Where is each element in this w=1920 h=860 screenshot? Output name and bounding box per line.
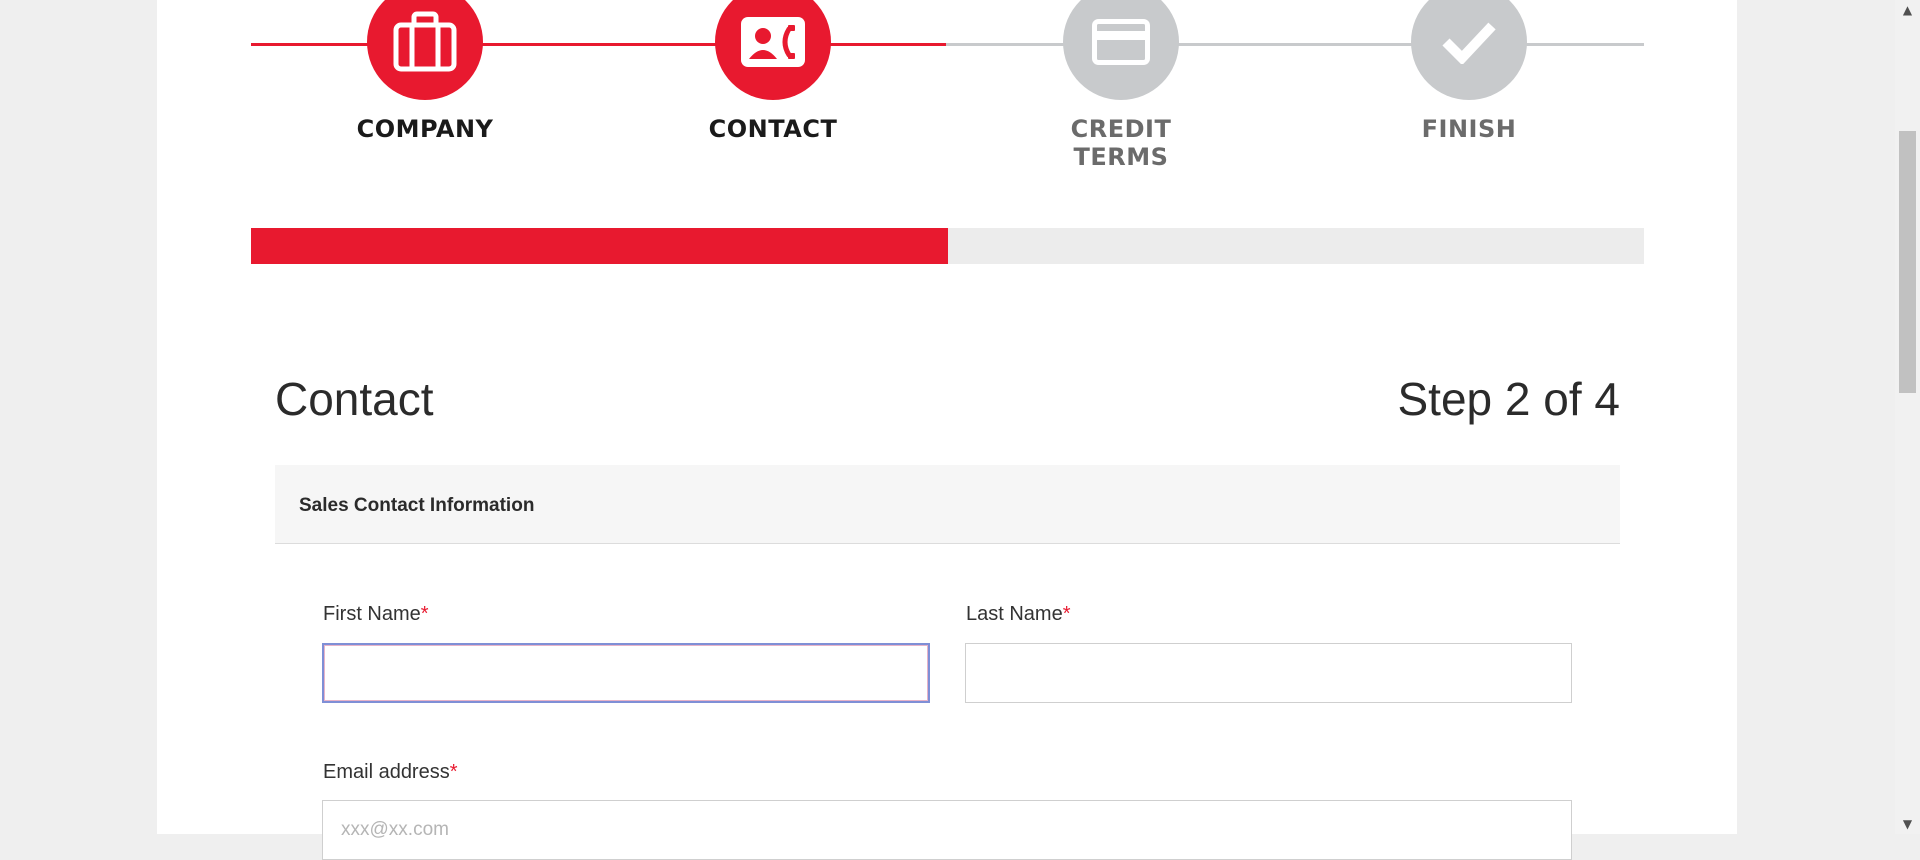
last-name-label-text: Last Name bbox=[966, 603, 1063, 625]
step-credit-terms[interactable]: CREDIT TERMS bbox=[1021, 0, 1221, 171]
step-counter: Step 2 of 4 bbox=[1397, 373, 1621, 425]
scroll-down-arrow[interactable]: ▼ bbox=[1895, 814, 1920, 834]
step-credit-terms-circle bbox=[1063, 0, 1179, 100]
last-name-label: Last Name* bbox=[966, 603, 1071, 626]
required-marker: * bbox=[420, 603, 429, 625]
credit-card-icon bbox=[1092, 19, 1150, 65]
contact-card-icon bbox=[741, 17, 805, 67]
panel-title: Sales Contact Information bbox=[299, 495, 535, 516]
required-marker: * bbox=[1062, 603, 1071, 625]
step-finish[interactable]: FINISH bbox=[1369, 0, 1569, 143]
panel-header: Sales Contact Information bbox=[275, 465, 1620, 544]
step-finish-circle bbox=[1411, 0, 1527, 100]
step-credit-terms-label: CREDIT TERMS bbox=[1070, 115, 1172, 171]
first-name-label: First Name* bbox=[323, 603, 429, 626]
checkmark-icon bbox=[1442, 22, 1496, 64]
step-contact-label: CONTACT bbox=[708, 115, 838, 143]
progress-bar bbox=[251, 228, 1644, 264]
required-marker: * bbox=[449, 761, 458, 783]
step-company-label: COMPANY bbox=[356, 115, 494, 143]
vertical-scrollbar[interactable]: ▲ ▼ bbox=[1895, 0, 1920, 834]
progress-bar-fill bbox=[251, 228, 948, 264]
step-company-circle bbox=[367, 0, 483, 100]
step-finish-label: FINISH bbox=[1421, 115, 1517, 143]
step-company[interactable]: COMPANY bbox=[325, 0, 525, 143]
scroll-up-arrow[interactable]: ▲ bbox=[1895, 0, 1920, 20]
page-title: Contact bbox=[275, 373, 434, 425]
email-label-text: Email address bbox=[323, 761, 450, 783]
step-contact-circle bbox=[715, 0, 831, 100]
email-input[interactable] bbox=[322, 800, 1572, 860]
first-name-input[interactable] bbox=[322, 643, 930, 703]
briefcase-icon bbox=[393, 11, 457, 72]
first-name-label-text: First Name bbox=[323, 603, 421, 625]
scrollbar-thumb[interactable] bbox=[1899, 131, 1916, 393]
progress-stepper: COMPANY CONTACT CREDIT TERMS FINISH bbox=[251, 0, 1644, 171]
email-label: Email address* bbox=[323, 761, 458, 784]
last-name-input[interactable] bbox=[965, 643, 1572, 703]
step-contact[interactable]: CONTACT bbox=[673, 0, 873, 143]
